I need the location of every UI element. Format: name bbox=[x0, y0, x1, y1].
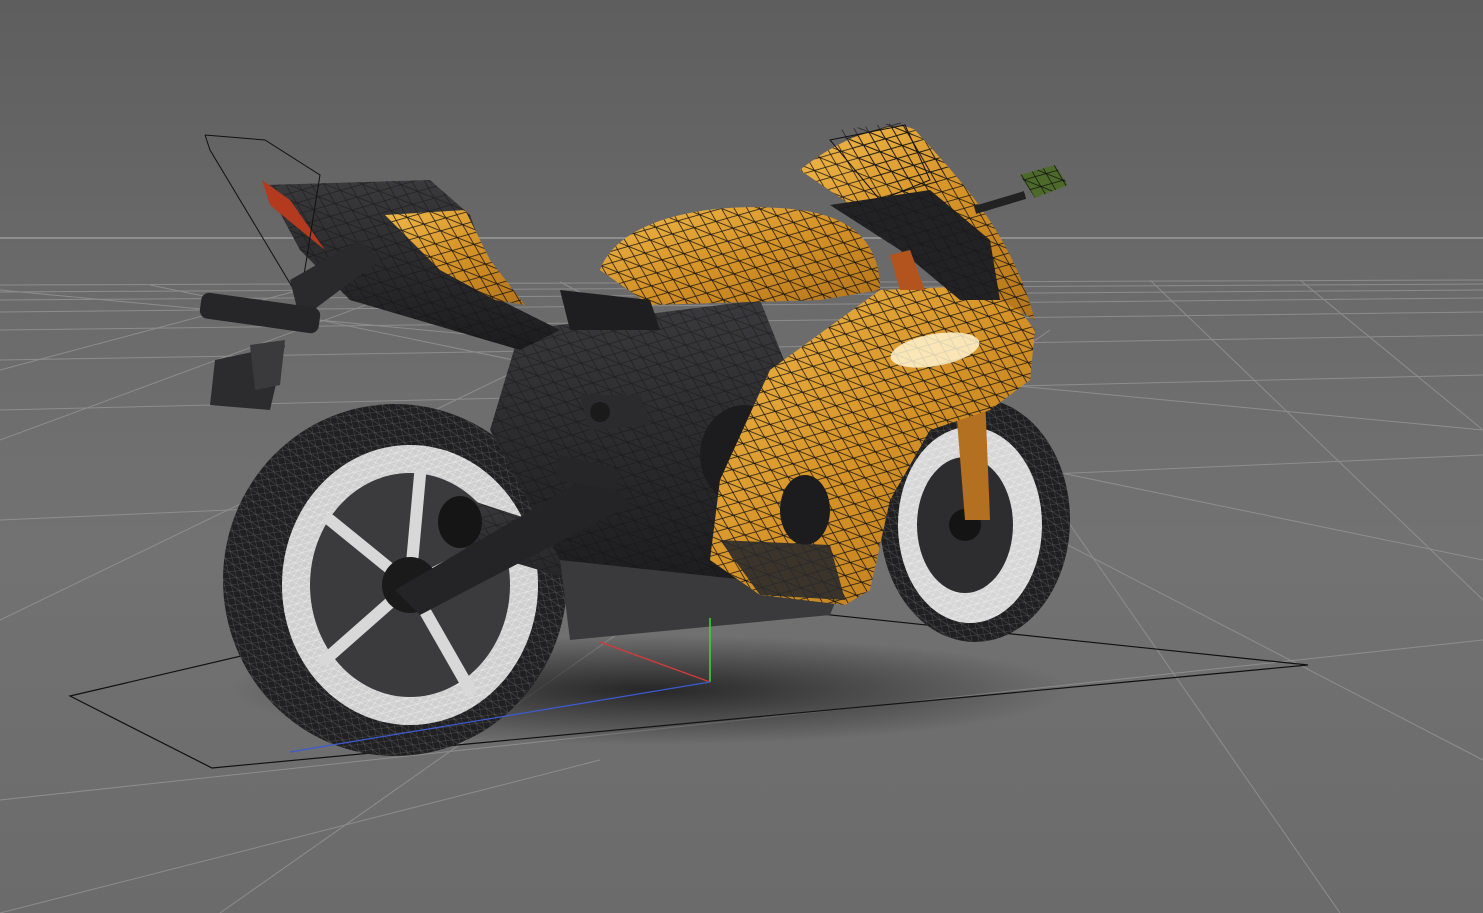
viewport-scene[interactable] bbox=[0, 0, 1483, 913]
3d-viewport[interactable] bbox=[0, 0, 1483, 913]
license-plate-bracket bbox=[199, 240, 380, 410]
